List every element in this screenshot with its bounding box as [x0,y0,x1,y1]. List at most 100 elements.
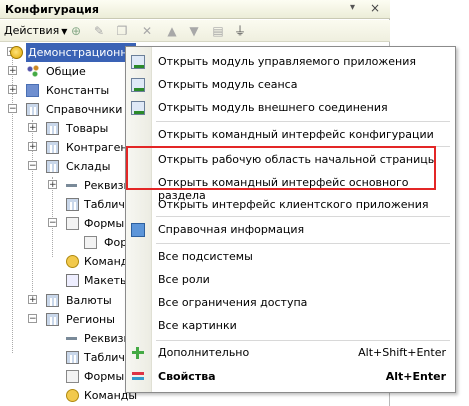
commands-icon [66,389,79,402]
templates-icon [66,274,79,287]
menu-item-label: Открыть модуль управляемого приложения [158,55,416,68]
expand-icon[interactable]: + [48,180,57,190]
highlight-frame [126,146,436,190]
expand-icon[interactable]: + [28,295,37,305]
tree-item-root[interactable]: − Демонстрационна [0,43,137,62]
tree-item-tabular-sections-2[interactable]: Табличные [0,348,148,367]
tree-item-forms[interactable]: − Формы [0,214,130,233]
filter-icon[interactable]: ⏚ [233,24,247,38]
menu-item-reference-information[interactable]: Справочная информация [126,220,455,240]
list-icon[interactable]: ▤ [211,24,225,38]
tree-item-regions[interactable]: − Регионы [0,310,130,329]
menu-item-label: Все роли [158,273,210,286]
collapse-icon[interactable]: − [28,161,37,171]
move-up-icon[interactable]: ▲ [165,24,179,38]
menu-item-all-subsystems[interactable]: Все подсистемы [126,247,455,267]
properties-icon [131,370,145,384]
tree-item-attributes[interactable]: + Реквизиты [0,176,146,195]
tabular-sections-icon [66,198,79,211]
tabular-sections-icon [66,351,79,364]
expand-icon[interactable]: + [28,123,37,133]
constants-icon [26,84,39,97]
tree-item-label: Справочники [46,103,123,116]
tree-item-contractors[interactable]: + Контрагенты [0,138,143,157]
delete-icon[interactable]: ✕ [140,24,154,38]
tree-item-label: Формы [84,370,125,383]
close-icon[interactable]: × [370,1,380,15]
edit-icon[interactable]: ✎ [92,24,106,38]
move-down-icon[interactable]: ▼ [187,24,201,38]
tree-item-commands[interactable]: Команды [0,252,137,271]
menu-item-shortcut: Alt+Enter [385,370,446,383]
menu-separator [156,216,450,217]
context-menu: Открыть модуль управляемого приложения О… [125,46,456,393]
menu-item-label: Все ограничения доступа [158,296,308,309]
pin-icon[interactable]: ▾ [350,2,355,13]
copy-icon[interactable]: ❐ [115,24,129,38]
panel-title: Конфигурация [5,3,99,16]
collapse-icon[interactable]: − [48,218,57,228]
tree-item-tabular-sections[interactable]: Табличные [0,195,148,214]
collapse-icon[interactable]: − [8,104,17,114]
menu-item-label: Свойства [158,370,216,383]
catalog-icon [46,122,59,135]
menu-item-label: Открыть интерфейс клиентского приложения [158,198,429,211]
commands-icon [66,255,79,268]
menu-item-open-config-command-interface[interactable]: Открыть командный интерфейс конфигурации [126,125,455,145]
menu-item-additional[interactable]: Дополнительно Alt+Shift+Enter [126,343,455,363]
menu-item-open-external-connection-module[interactable]: Открыть модуль внешнего соединения [126,98,455,118]
actions-menu-button[interactable]: Действия ▼ [4,24,67,37]
tree-item-label: Валюты [66,294,112,307]
collapse-icon[interactable]: − [28,314,37,324]
forms-icon [66,370,79,383]
menu-item-label: Дополнительно [158,346,250,359]
tree-item-label: Макеты [84,274,129,287]
tree-item-forms-2[interactable]: Формы [0,367,130,386]
add-icon[interactable]: ⊕ [69,24,83,38]
menu-separator [156,243,450,244]
tree-item-common[interactable]: + Общие [0,62,130,81]
menu-item-open-client-app-interface[interactable]: Открыть интерфейс клиентского приложения [126,195,455,215]
menu-item-properties[interactable]: Свойства Alt+Enter [126,367,455,387]
tree-item-templates[interactable]: Макеты [0,271,130,290]
catalog-icon [46,313,59,326]
module-icon [131,78,145,92]
form-icon [84,236,97,249]
catalog-icon [46,294,59,307]
toolbar: Действия ▼ ⊕ ✎ ❐ ✕ ▲ ▼ ▤ ⏚ [0,20,390,42]
expand-icon[interactable]: + [8,85,17,95]
attributes-icon [66,337,77,340]
tree-item-label: Демонстрационна [26,43,137,62]
menu-item-label: Справочная информация [158,223,305,236]
tree-item-label: Константы [46,84,110,97]
menu-item-all-roles[interactable]: Все роли [126,270,455,290]
catalog-icon [46,160,59,173]
tree-item-constants[interactable]: + Константы [0,81,130,100]
menu-item-open-session-module[interactable]: Открыть модуль сеанса [126,75,455,95]
menu-item-all-pictures[interactable]: Все картинки [126,316,455,336]
tree-item-commands-2[interactable]: Команды [0,386,137,405]
menu-item-label: Открыть командный интерфейс конфигурации [158,128,434,141]
expand-icon[interactable]: + [8,66,17,76]
tree-item-goods[interactable]: + Товары [0,119,130,138]
tree-item-attributes-2[interactable]: Реквизиты [0,329,146,348]
tree-item-label: Формы [84,217,125,230]
common-objects-icon [26,65,39,78]
module-icon [131,55,145,69]
tree-item-warehouses[interactable]: − Склады [0,157,130,176]
menu-item-all-access-restrictions[interactable]: Все ограничения доступа [126,293,455,313]
tree-item-currencies[interactable]: + Валюты [0,291,130,310]
menu-separator [156,340,450,341]
catalog-icon [46,141,59,154]
tree-item-catalogs[interactable]: − Справочники [0,100,130,119]
menu-item-label: Открыть модуль внешнего соединения [158,101,388,114]
tree-item-label: Товары [66,122,109,135]
help-icon [131,223,145,237]
menu-item-open-managed-app-module[interactable]: Открыть модуль управляемого приложения [126,52,455,72]
more-icon [131,346,145,360]
configuration-root-icon [10,46,23,59]
tree-item-form[interactable]: Форма [0,233,142,252]
chevron-down-icon: ▼ [61,27,68,36]
menu-item-label: Все подсистемы [158,250,253,263]
expand-icon[interactable]: + [28,142,37,152]
